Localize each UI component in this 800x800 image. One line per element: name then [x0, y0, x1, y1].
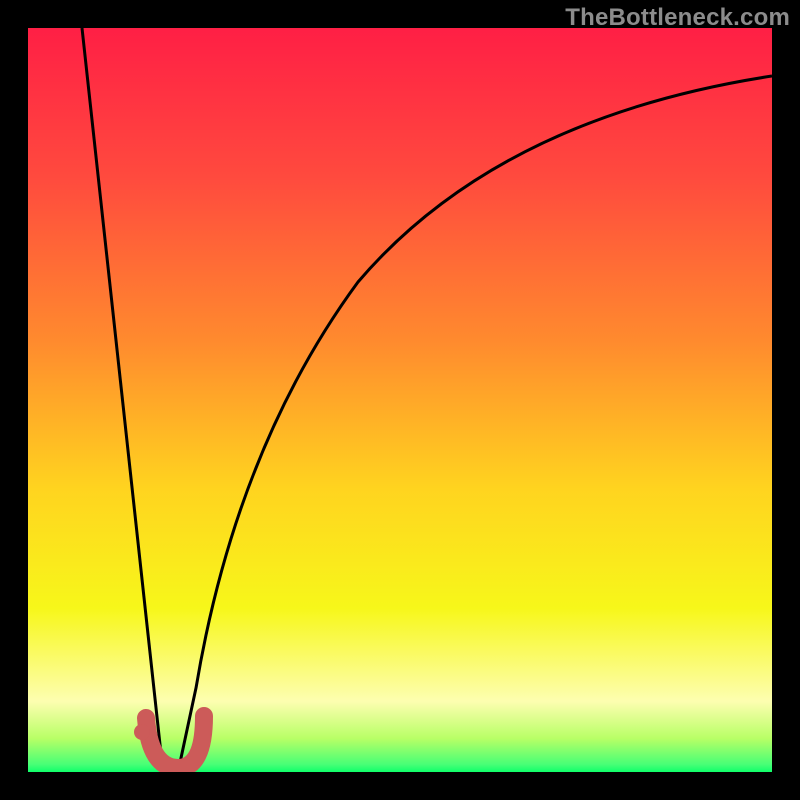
- marker-dot: [134, 724, 150, 740]
- marker-hook: [146, 716, 204, 768]
- curve-right-segment: [178, 76, 772, 772]
- curve-left-segment: [82, 28, 163, 772]
- plot-area: [28, 28, 772, 772]
- watermark-text: TheBottleneck.com: [565, 4, 790, 32]
- outer-frame: TheBottleneck.com: [0, 0, 800, 800]
- curve-layer: [28, 28, 772, 772]
